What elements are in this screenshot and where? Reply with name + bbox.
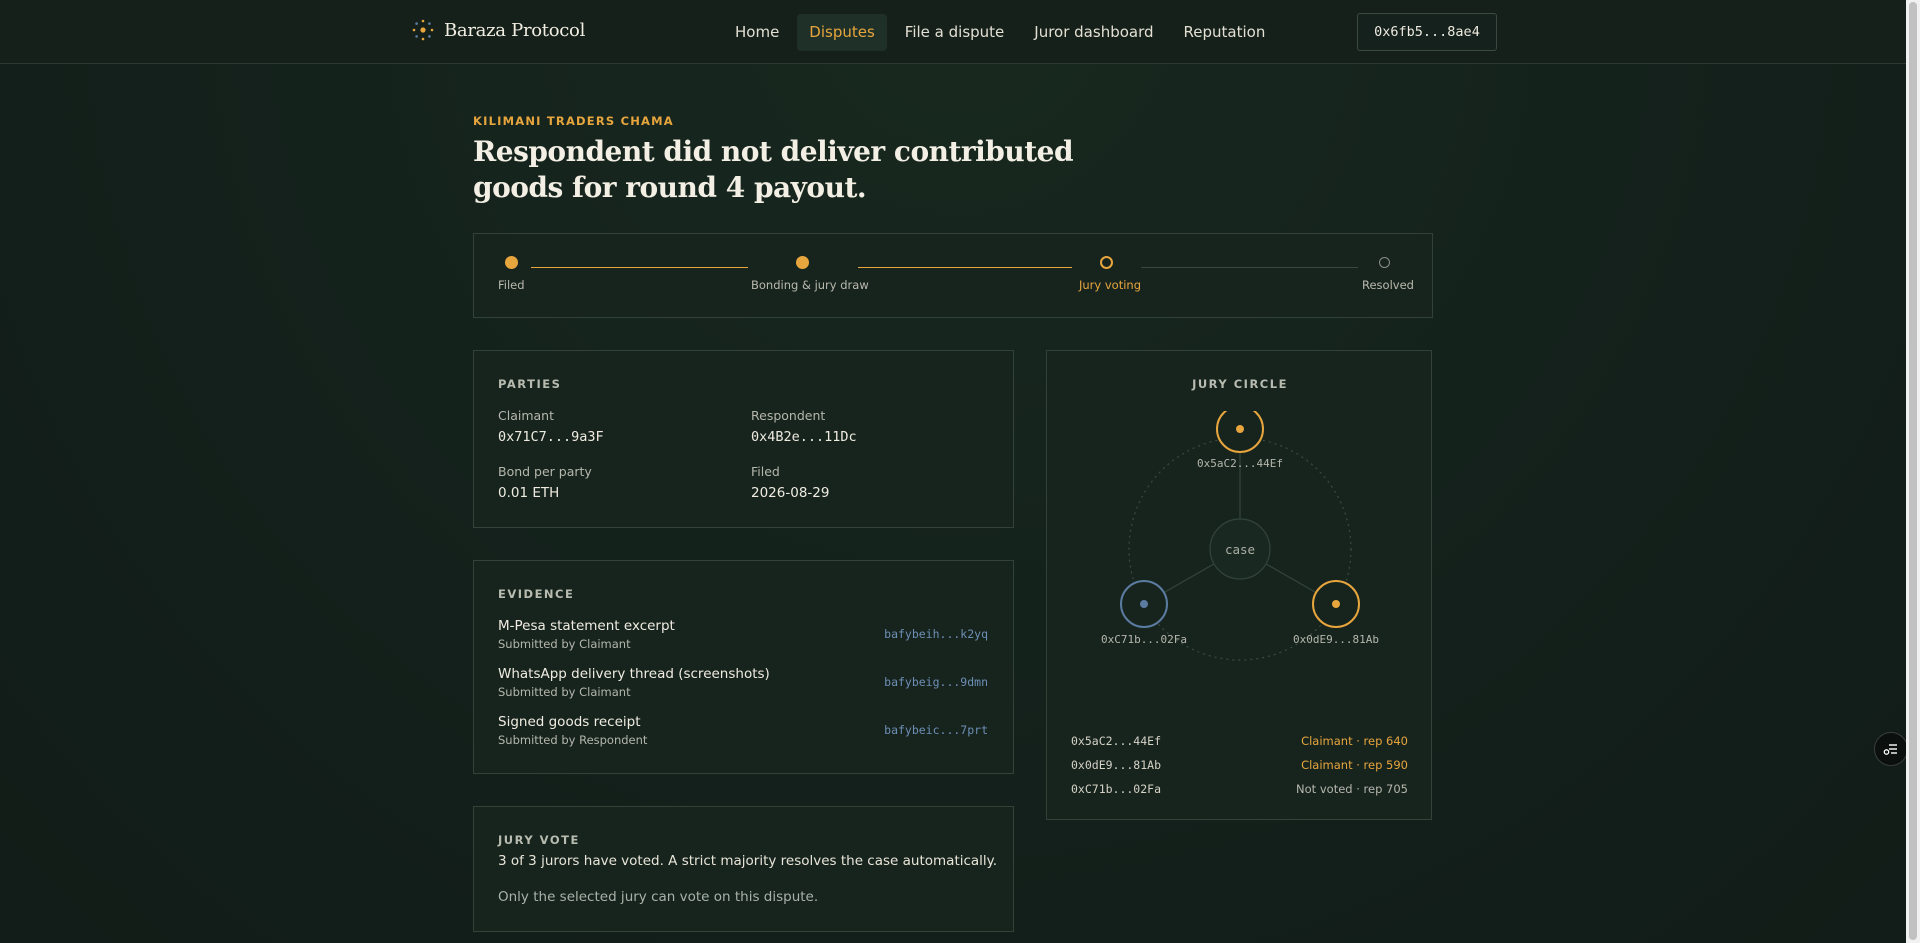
nav-file-dispute[interactable]: File a dispute (893, 14, 1016, 51)
claimant-field: Claimant 0x71C7...9a3F (498, 408, 604, 445)
evidence-card: EVIDENCE M-Pesa statement excerpt Submit… (473, 560, 1014, 774)
evidence-cid-link[interactable]: bafybeic...7prt (884, 723, 988, 737)
step-connector (858, 267, 1072, 268)
step-connector (1141, 267, 1358, 268)
juror-vote-status: Not voted · rep 705 (1296, 782, 1408, 796)
parties-heading: PARTIES (498, 377, 562, 391)
juror-node-label: 0x5aC2...44Ef (1197, 457, 1283, 470)
juror-node-dot (1140, 600, 1148, 608)
brand-name: Baraza Protocol (444, 19, 586, 41)
step-bonding-label: Bonding & jury draw (751, 278, 869, 292)
evidence-item: M-Pesa statement excerpt Submitted by Cl… (498, 618, 988, 658)
juror-address: 0x0dE9...81Ab (1071, 758, 1162, 772)
page-title: Respondent did not deliver contributed g… (473, 135, 1074, 204)
evidence-item: Signed goods receipt Submitted by Respon… (498, 714, 988, 754)
juror-address: 0x5aC2...44Ef (1071, 734, 1162, 748)
bond-field: Bond per party 0.01 ETH (498, 464, 592, 501)
evidence-cid-link[interactable]: bafybeig...9dmn (884, 675, 988, 689)
step-filed-dot (505, 256, 518, 269)
jury-circle-heading: JURY CIRCLE (1192, 377, 1288, 391)
jury-circle-card: JURY CIRCLE case 0x5aC2...44Ef 0xC71b...… (1046, 350, 1432, 820)
juror-address: 0xC71b...02Fa (1071, 782, 1162, 796)
wallet-address-button[interactable]: 0x6fb5...8ae4 (1357, 13, 1497, 51)
filed-date: 2026-08-29 (751, 485, 830, 501)
vote-restriction-note: Only the selected jury can vote on this … (498, 889, 819, 905)
juror-node-label: 0x0dE9...81Ab (1293, 633, 1379, 646)
jury-vote-card: JURY VOTE 3 of 3 jurors have voted. A st… (473, 806, 1014, 932)
nav-home[interactable]: Home (723, 14, 791, 51)
step-resolved-label: Resolved (1362, 278, 1414, 292)
evidence-item: WhatsApp delivery thread (screenshots) S… (498, 666, 988, 706)
juror-row: 0xC71b...02Fa Not voted · rep 705 (1071, 782, 1408, 796)
evidence-heading: EVIDENCE (498, 587, 575, 601)
step-voting-dot (1100, 256, 1113, 269)
bond-value: 0.01 ETH (498, 485, 560, 501)
group-name: KILIMANI TRADERS CHAMA (473, 114, 674, 128)
nav-reputation[interactable]: Reputation (1172, 14, 1278, 51)
claimant-address: 0x71C7...9a3F (498, 429, 604, 445)
step-voting-label: Jury voting (1079, 278, 1142, 292)
parties-card: PARTIES Claimant 0x71C7...9a3F Responden… (473, 350, 1014, 528)
progress-stepper: Filed Bonding & jury draw Jury voting Re… (473, 233, 1433, 318)
scrollbar-thumb[interactable] (1909, 2, 1917, 940)
respondent-field: Respondent 0x4B2e...11Dc (751, 408, 857, 445)
respondent-address: 0x4B2e...11Dc (751, 429, 857, 445)
case-node-label: case (1225, 542, 1255, 557)
respondent-label: Respondent (751, 408, 826, 423)
top-navigation-bar: Baraza Protocol Home Disputes File a dis… (0, 0, 1906, 64)
step-resolved-dot (1379, 257, 1390, 268)
juror-vote-status: Claimant · rep 640 (1301, 734, 1408, 748)
juror-row: 0x5aC2...44Ef Claimant · rep 640 (1071, 734, 1408, 748)
floating-menu-button[interactable] (1874, 732, 1908, 766)
list-settings-icon (1883, 744, 1897, 755)
step-filed-label: Filed (498, 278, 525, 292)
juror-row: 0x0dE9...81Ab Claimant · rep 590 (1071, 758, 1408, 772)
filed-label: Filed (751, 464, 780, 479)
page-scrollbar[interactable] (1906, 0, 1920, 943)
juror-node-label: 0xC71b...02Fa (1101, 633, 1187, 646)
main-nav: Home Disputes File a dispute Juror dashb… (723, 14, 1277, 51)
filed-field: Filed 2026-08-29 (751, 464, 829, 501)
claimant-label: Claimant (498, 408, 554, 423)
brand[interactable]: Baraza Protocol (411, 18, 585, 42)
bond-label: Bond per party (498, 464, 592, 479)
nav-disputes[interactable]: Disputes (797, 14, 887, 51)
juror-node-dot (1332, 600, 1340, 608)
nav-juror-dashboard[interactable]: Juror dashboard (1022, 14, 1165, 51)
juror-node-dot (1236, 425, 1244, 433)
vote-summary: 3 of 3 jurors have voted. A strict major… (498, 853, 998, 869)
jury-vote-heading: JURY VOTE (498, 833, 580, 847)
jury-circle-diagram: case 0x5aC2...44Ef 0xC71b...02Fa 0x0dE9.… (1101, 411, 1379, 661)
evidence-cid-link[interactable]: bafybeih...k2yq (884, 627, 988, 641)
juror-vote-status: Claimant · rep 590 (1301, 758, 1408, 772)
sun-logo-icon (412, 19, 434, 41)
step-bonding-dot (796, 256, 809, 269)
step-connector (531, 267, 748, 268)
